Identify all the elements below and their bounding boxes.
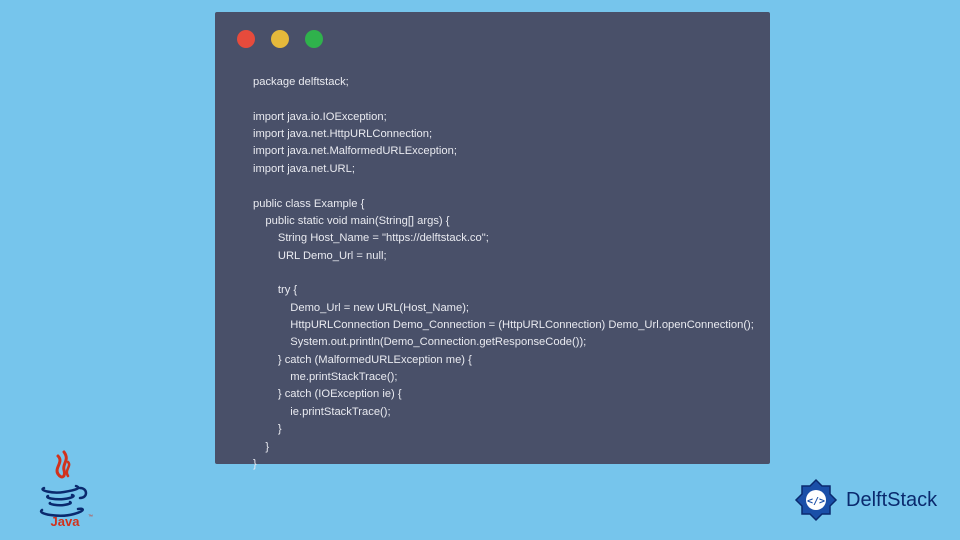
code-line: System.out.println(Demo_Connection.getRe…	[253, 336, 586, 348]
java-logo-icon: Java ™	[30, 448, 100, 528]
code-line: }	[253, 423, 282, 435]
maximize-icon	[305, 30, 323, 48]
code-line: URL Demo_Url = null;	[253, 250, 387, 262]
code-line: import java.net.URL;	[253, 163, 355, 175]
code-line: } catch (IOException ie) {	[253, 388, 402, 400]
code-line: public static void main(String[] args) {	[253, 215, 449, 227]
delftstack-icon: </>	[792, 476, 840, 524]
code-line: String Host_Name = "https://delftstack.c…	[253, 232, 489, 244]
code-line: }	[253, 458, 257, 470]
minimize-icon	[271, 30, 289, 48]
close-icon	[237, 30, 255, 48]
delftstack-label: DelftStack	[846, 489, 937, 512]
window-controls	[237, 30, 323, 48]
code-block: package delftstack; import java.io.IOExc…	[253, 74, 752, 473]
code-line: }	[253, 441, 269, 453]
code-window: package delftstack; import java.io.IOExc…	[215, 12, 770, 464]
code-line: } catch (MalformedURLException me) {	[253, 354, 472, 366]
svg-text:Java: Java	[51, 514, 81, 528]
code-line: package delftstack;	[253, 76, 349, 88]
delftstack-logo: </> DelftStack	[792, 470, 942, 530]
code-line: ie.printStackTrace();	[253, 406, 391, 418]
code-line: try {	[253, 284, 297, 296]
code-line: Demo_Url = new URL(Host_Name);	[253, 302, 469, 314]
code-line: import java.net.HttpURLConnection;	[253, 128, 432, 140]
code-line: import java.io.IOException;	[253, 111, 387, 123]
code-line: HttpURLConnection Demo_Connection = (Htt…	[253, 319, 754, 331]
svg-text:™: ™	[88, 514, 93, 520]
code-line: me.printStackTrace();	[253, 371, 397, 383]
code-line: import java.net.MalformedURLException;	[253, 145, 457, 157]
code-line: public class Example {	[253, 198, 364, 210]
svg-text:</>: </>	[807, 496, 825, 507]
